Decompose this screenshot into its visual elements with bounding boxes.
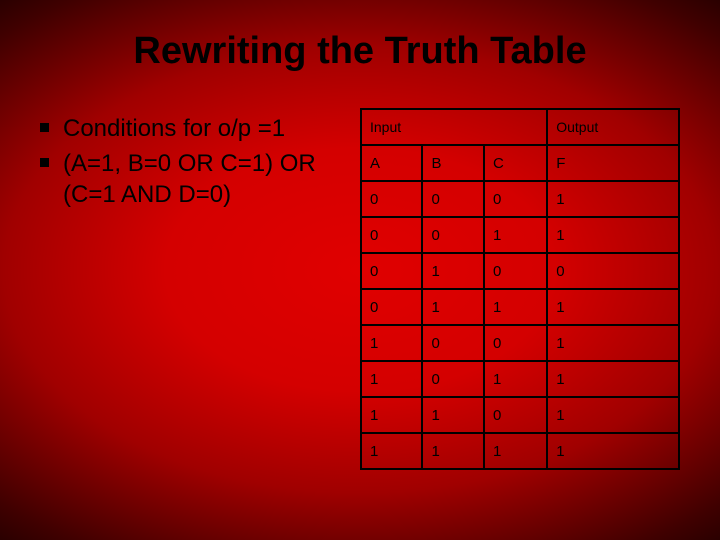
page-title: Rewriting the Truth Table [40,30,680,73]
col-header: C [484,145,547,181]
list-item: Conditions for o/p =1 [40,113,340,144]
col-header: B [422,145,483,181]
bullet-text: (A=1, B=0 OR C=1) OR (C=1 AND D=0) [63,148,340,210]
cell: 1 [547,181,679,217]
bullet-text: Conditions for o/p =1 [63,113,285,144]
cell: 0 [422,325,483,361]
cell: 1 [547,433,679,469]
cell: 1 [422,433,483,469]
cell: 0 [484,253,547,289]
table-row: 0 0 1 1 [361,217,679,253]
cell: 1 [422,289,483,325]
table-row: 1 1 1 1 [361,433,679,469]
cell: 1 [361,397,422,433]
bullet-list: Conditions for o/p =1 (A=1, B=0 OR C=1) … [40,108,340,470]
cell: 0 [547,253,679,289]
cell: 1 [484,217,547,253]
list-item: (A=1, B=0 OR C=1) OR (C=1 AND D=0) [40,148,340,210]
cell: 1 [484,289,547,325]
cell: 0 [422,181,483,217]
cell: 0 [484,397,547,433]
cell: 1 [422,397,483,433]
cell: 0 [361,289,422,325]
truth-table: Input Output A B C F 0 0 0 1 0 0 [360,108,680,470]
cell: 1 [547,325,679,361]
col-header: A [361,145,422,181]
group-header-output: Output [547,109,679,145]
cell: 0 [422,361,483,397]
cell: 1 [361,433,422,469]
table-row: 1 1 0 1 [361,397,679,433]
cell: 1 [484,361,547,397]
bullet-icon [40,158,49,167]
table-row: 0 0 0 1 [361,181,679,217]
table-row: 1 0 1 1 [361,361,679,397]
slide: Rewriting the Truth Table Conditions for… [0,0,720,540]
cell: 0 [361,253,422,289]
cell: 0 [361,217,422,253]
cell: 1 [361,325,422,361]
cell: 0 [361,181,422,217]
content-area: Conditions for o/p =1 (A=1, B=0 OR C=1) … [40,108,680,470]
cell: 0 [484,181,547,217]
table-row: 0 1 1 1 [361,289,679,325]
cell: 1 [547,217,679,253]
group-header-input: Input [361,109,547,145]
cell: 0 [422,217,483,253]
table-row: 1 0 0 1 [361,325,679,361]
table-row: 0 1 0 0 [361,253,679,289]
bullet-icon [40,123,49,132]
cell: 1 [422,253,483,289]
cell: 1 [484,433,547,469]
truth-table-container: Input Output A B C F 0 0 0 1 0 0 [360,108,680,470]
col-header: F [547,145,679,181]
cell: 1 [361,361,422,397]
table-row: A B C F [361,145,679,181]
cell: 1 [547,361,679,397]
table-row: Input Output [361,109,679,145]
cell: 1 [547,397,679,433]
cell: 0 [484,325,547,361]
cell: 1 [547,289,679,325]
